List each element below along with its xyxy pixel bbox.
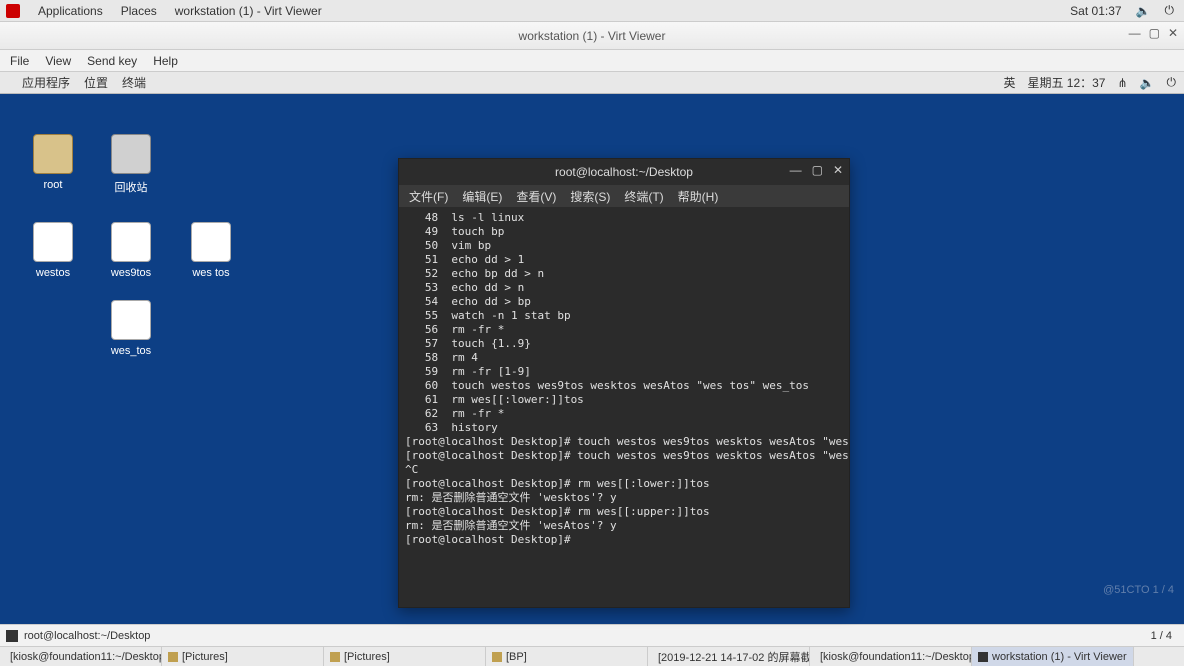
taskbar-item-label: [kiosk@foundation11:~/Desktop] bbox=[10, 651, 162, 663]
taskbar-item[interactable]: [kiosk@foundation11:~/Desktop] bbox=[0, 647, 162, 666]
file-icon bbox=[33, 222, 73, 262]
folder-icon bbox=[492, 652, 502, 662]
guest-lang-indicator[interactable]: 英 bbox=[1003, 74, 1015, 91]
term-menu-file[interactable]: 文件(F) bbox=[409, 188, 448, 205]
folder-icon bbox=[33, 134, 73, 174]
taskbar-item[interactable]: [kiosk@foundation11:~/Desktop] bbox=[810, 647, 972, 666]
icon-label: wes9tos bbox=[96, 266, 166, 280]
terminal-titlebar[interactable]: root@localhost:~/Desktop — ▢ ✕ bbox=[399, 159, 849, 185]
taskbar-item-label: [kiosk@foundation11:~/Desktop] bbox=[820, 651, 972, 663]
guest-apps-menu[interactable]: 应用程序 bbox=[22, 74, 70, 91]
guest-topbar: 应用程序 位置 终端 英 星期五 12：37 ⋔ 🔈 ⏻ bbox=[0, 72, 1184, 94]
guest-terminal-menu[interactable]: 终端 bbox=[122, 74, 146, 91]
speaker-icon[interactable]: 🔈 bbox=[1136, 4, 1151, 18]
term-icon bbox=[978, 652, 988, 662]
term-menu-terminal[interactable]: 终端(T) bbox=[624, 188, 663, 205]
trash-icon bbox=[111, 134, 151, 174]
desktop-icon-westos[interactable]: westos bbox=[18, 222, 88, 280]
folder-icon bbox=[168, 652, 178, 662]
host-clock: Sat 01:37 bbox=[1070, 4, 1121, 18]
viewer-menubar: File View Send key Help bbox=[0, 50, 1184, 72]
term-menu-search[interactable]: 搜索(S) bbox=[570, 188, 610, 205]
icon-label: wes_tos bbox=[96, 344, 166, 358]
term-menu-edit[interactable]: 编辑(E) bbox=[462, 188, 502, 205]
desktop-icon-wes-tos[interactable]: wes tos bbox=[176, 222, 246, 280]
terminal-maximize-button[interactable]: ▢ bbox=[812, 163, 823, 177]
guest-screen: 应用程序 位置 终端 英 星期五 12：37 ⋔ 🔈 ⏻ root 回收站 west… bbox=[0, 72, 1184, 624]
icon-label: root bbox=[18, 178, 88, 192]
term-menu-help[interactable]: 帮助(H) bbox=[678, 188, 719, 205]
taskbar-active-window[interactable]: root@localhost:~/Desktop bbox=[24, 630, 150, 642]
guest-places-menu[interactable]: 位置 bbox=[84, 74, 108, 91]
taskbar-item[interactable]: [Pictures] bbox=[324, 647, 486, 666]
host-taskbar-2: [kiosk@foundation11:~/Desktop] [Pictures]… bbox=[0, 646, 1184, 666]
desktop-icon-wes_tos[interactable]: wes_tos bbox=[96, 300, 166, 358]
workspace-pager[interactable]: 1 / 4 bbox=[1145, 630, 1178, 642]
host-apps-menu[interactable]: Applications bbox=[38, 4, 103, 18]
terminal-body[interactable]: 48 ls -l linux 49 touch bp 50 vim bp 51 … bbox=[399, 207, 849, 607]
watermark: @51CTO 1 / 4 bbox=[1103, 584, 1174, 596]
taskbar-item[interactable]: workstation (1) - Virt Viewer bbox=[972, 647, 1134, 666]
network-icon[interactable]: ⋔ bbox=[1117, 76, 1127, 90]
taskbar-item-label: [Pictures] bbox=[182, 651, 228, 663]
viewer-titlebar[interactable]: workstation (1) - Virt Viewer — ▢ ✕ bbox=[0, 22, 1184, 50]
terminal-menubar: 文件(F) 编辑(E) 查看(V) 搜索(S) 终端(T) 帮助(H) bbox=[399, 185, 849, 207]
speaker-icon[interactable]: 🔈 bbox=[1140, 76, 1155, 90]
folder-icon bbox=[330, 652, 340, 662]
taskbar-item-label: workstation (1) - Virt Viewer bbox=[992, 651, 1127, 663]
terminal-minimize-button[interactable]: — bbox=[790, 163, 802, 177]
minimize-button[interactable]: — bbox=[1129, 26, 1141, 40]
terminal-icon bbox=[6, 630, 18, 642]
icon-label: westos bbox=[18, 266, 88, 280]
maximize-button[interactable]: ▢ bbox=[1149, 26, 1160, 40]
terminal-title: root@localhost:~/Desktop bbox=[555, 165, 693, 179]
file-icon bbox=[191, 222, 231, 262]
taskbar-item[interactable]: [BP] bbox=[486, 647, 648, 666]
terminal-close-button[interactable]: ✕ bbox=[833, 163, 843, 177]
guest-clock: 星期五 12：37 bbox=[1027, 74, 1105, 91]
icon-label: 回收站 bbox=[96, 178, 166, 196]
file-icon bbox=[111, 300, 151, 340]
taskbar-item[interactable]: [2019-12-21 14-17-02 的屏幕截图... bbox=[648, 647, 810, 666]
desktop-icon-wes9tos[interactable]: wes9tos bbox=[96, 222, 166, 280]
menu-view[interactable]: View bbox=[45, 54, 71, 68]
host-places-menu[interactable]: Places bbox=[121, 4, 157, 18]
desktop-icon-root-folder[interactable]: root bbox=[18, 134, 88, 192]
terminal-window[interactable]: root@localhost:~/Desktop — ▢ ✕ 文件(F) 编辑(… bbox=[398, 158, 850, 608]
host-topbar: Applications Places workstation (1) - Vi… bbox=[0, 0, 1184, 22]
menu-file[interactable]: File bbox=[10, 54, 29, 68]
icon-label: wes tos bbox=[176, 266, 246, 280]
host-appname[interactable]: workstation (1) - Virt Viewer bbox=[175, 4, 322, 18]
power-icon[interactable]: ⏻ bbox=[1167, 75, 1177, 90]
desktop-icon-trash[interactable]: 回收站 bbox=[96, 134, 166, 196]
file-icon bbox=[111, 222, 151, 262]
term-menu-view[interactable]: 查看(V) bbox=[516, 188, 556, 205]
close-button[interactable]: ✕ bbox=[1168, 26, 1178, 40]
taskbar-item-label: [BP] bbox=[506, 651, 527, 663]
taskbar-item[interactable]: [Pictures] bbox=[162, 647, 324, 666]
redhat-icon bbox=[6, 4, 20, 18]
power-icon[interactable]: ⏻ bbox=[1165, 3, 1175, 18]
host-taskbar-1: root@localhost:~/Desktop 1 / 4 bbox=[0, 624, 1184, 646]
viewer-title: workstation (1) - Virt Viewer bbox=[519, 29, 666, 43]
menu-sendkey[interactable]: Send key bbox=[87, 54, 137, 68]
menu-help[interactable]: Help bbox=[153, 54, 178, 68]
taskbar-item-label: [Pictures] bbox=[344, 651, 390, 663]
taskbar-item-label: [2019-12-21 14-17-02 的屏幕截图... bbox=[658, 649, 810, 665]
